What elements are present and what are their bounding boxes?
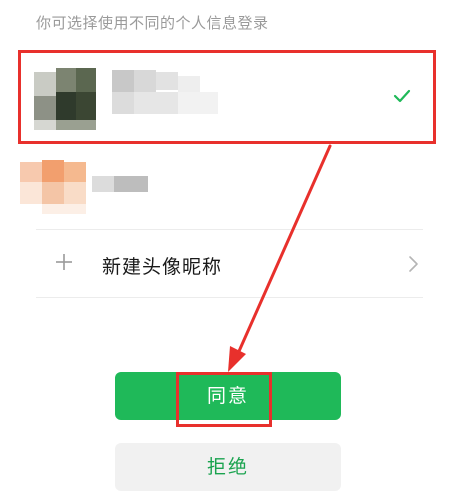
agree-button[interactable]: 同意 [115, 372, 341, 420]
account-option-1[interactable] [20, 50, 438, 144]
chevron-right-icon [409, 256, 418, 272]
plus-icon [56, 254, 72, 270]
divider [36, 229, 423, 230]
reject-button-label: 拒绝 [206, 456, 249, 478]
divider [36, 297, 423, 298]
login-hint-text: 你可选择使用不同的个人信息登录 [36, 14, 269, 32]
new-profile-label: 新建头像昵称 [102, 256, 223, 278]
checkmark-icon [393, 89, 411, 103]
reject-button[interactable]: 拒绝 [115, 443, 341, 491]
account-option-2[interactable] [20, 150, 438, 220]
new-profile-row[interactable]: 新建头像昵称 [36, 236, 423, 296]
agree-button-label: 同意 [206, 385, 249, 407]
